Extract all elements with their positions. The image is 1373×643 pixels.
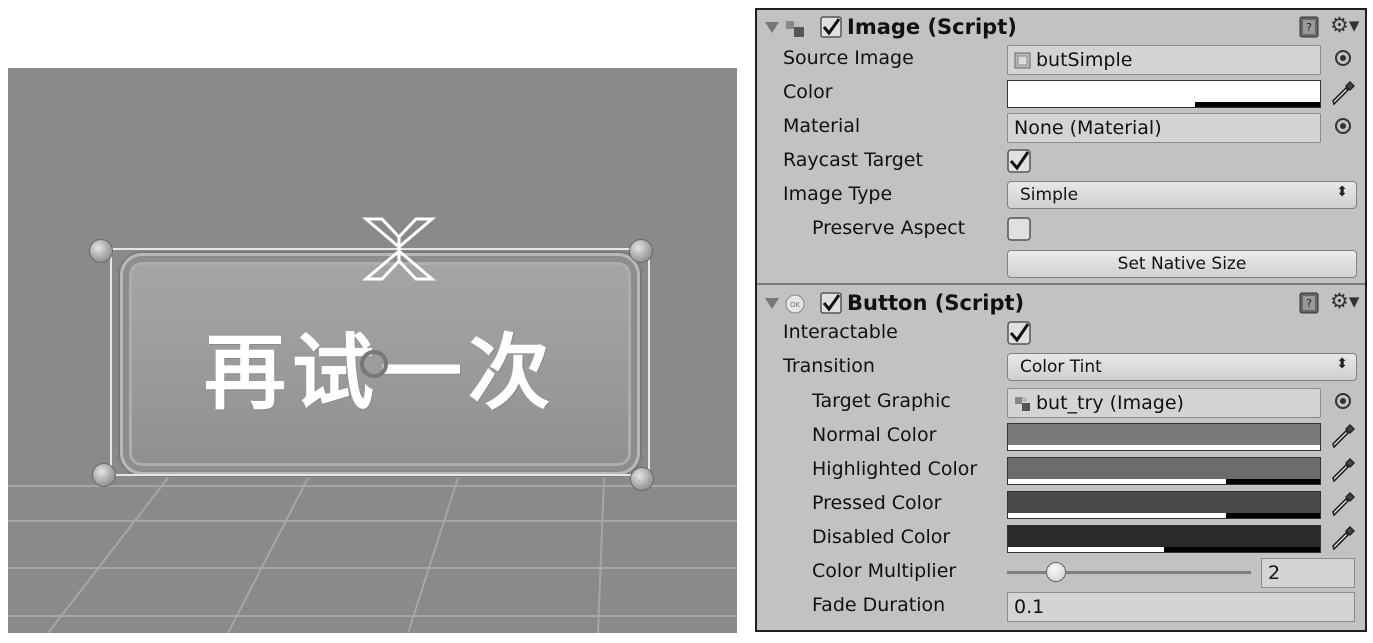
svg-text:?: ? [1306,297,1312,310]
target-graphic-row: Target Graphic but_try (Image) [757,385,1365,419]
fade-duration-row: Fade Duration 0.1 [757,589,1365,623]
normal-color-label: Normal Color [812,424,937,446]
interactable-row: Interactable [757,316,1365,350]
image-type-label: Image Type [783,183,893,205]
alpha-bar-remainder [1195,102,1320,107]
gear-icon[interactable]: ⚙▾ [1330,13,1359,37]
alpha-bar [1008,547,1164,552]
eyedropper-icon[interactable] [1329,456,1357,484]
disabled-color-swatch[interactable] [1007,525,1321,553]
button-component-title: Button (Script) [847,291,1025,315]
alpha-bar-remainder [1226,479,1320,484]
set-native-size-button[interactable]: Set Native Size [1007,250,1357,278]
component-divider [757,283,1365,285]
color-label: Color [783,81,833,103]
image-component-title: Image (Script) [847,15,1017,39]
disabled-color-label: Disabled Color [812,526,951,548]
material-row: Material None (Material) [757,110,1365,144]
pressed-color-label: Pressed Color [812,492,942,514]
normal-color-swatch[interactable] [1007,423,1321,451]
transition-row: Transition Color Tint ⬍ [757,350,1365,384]
dropdown-arrows-icon: ⬍ [1336,356,1348,372]
color-multiplier-field[interactable]: 2 [1261,558,1355,588]
material-field[interactable]: None (Material) [1007,113,1321,143]
transition-label: Transition [783,355,875,377]
inspector-panel: Image (Script) ? ⚙▾ Source Image butSimp… [755,8,1367,632]
preserve-aspect-checkbox[interactable] [1007,217,1031,241]
preserve-aspect-label: Preserve Aspect [812,217,966,239]
alpha-bar [1008,479,1226,484]
target-graphic-field[interactable]: but_try (Image) [1007,388,1321,418]
transition-dropdown[interactable]: Color Tint ⬍ [1007,353,1357,381]
eyedropper-icon[interactable] [1329,422,1357,450]
rect-handle-top-left[interactable] [89,239,113,263]
object-picker-icon[interactable] [1335,118,1351,134]
dropdown-arrows-icon: ⬍ [1336,184,1348,200]
set-native-size-row: Set Native Size [757,246,1365,280]
image-type-row: Image Type Simple ⬍ [757,178,1365,212]
raycast-target-row: Raycast Target [757,144,1365,178]
pivot-handle[interactable] [360,350,388,378]
source-image-field[interactable]: butSimple [1007,45,1321,75]
eyedropper-icon[interactable] [1329,524,1357,552]
svg-text:OK: OK [790,301,801,309]
pressed-color-swatch[interactable] [1007,491,1321,519]
eyedropper-icon[interactable] [1329,490,1357,518]
scene-view[interactable]: 再试一次 [8,68,737,633]
rect-handle-top-right[interactable] [629,239,653,263]
button-enabled-checkbox[interactable] [820,292,842,314]
alpha-bar [1008,445,1320,450]
button-component-icon: OK [785,294,805,314]
alpha-bar [1008,513,1226,518]
fade-duration-field[interactable]: 0.1 [1007,592,1355,622]
help-book-icon[interactable]: ? [1298,16,1320,38]
source-image-label: Source Image [783,47,914,69]
raycast-target-label: Raycast Target [783,149,923,171]
disabled-color-row: Disabled Color [757,521,1365,555]
rect-handle-bottom-left[interactable] [92,463,116,487]
fade-duration-label: Fade Duration [812,594,946,616]
gear-icon[interactable]: ⚙▾ [1330,289,1359,313]
source-image-row: Source Image butSimple [757,42,1365,76]
fold-arrow-icon[interactable] [765,298,779,309]
svg-text:?: ? [1306,21,1312,34]
alpha-bar-remainder [1164,547,1320,552]
help-book-icon[interactable]: ? [1298,292,1320,314]
color-swatch[interactable] [1007,80,1321,108]
anchor-icon[interactable] [360,215,438,283]
highlighted-color-swatch[interactable] [1007,457,1321,485]
color-multiplier-slider-thumb[interactable] [1045,562,1066,582]
color-multiplier-slider-track[interactable] [1007,571,1251,574]
alpha-bar-remainder [1226,513,1320,518]
highlighted-color-label: Highlighted Color [812,458,978,480]
sprite-icon [1014,52,1031,69]
target-graphic-label: Target Graphic [812,390,951,412]
highlighted-color-row: Highlighted Color [757,453,1365,487]
color-multiplier-label: Color Multiplier [812,560,957,582]
image-enabled-checkbox[interactable] [820,16,842,38]
rect-handle-bottom-right[interactable] [630,467,654,491]
interactable-label: Interactable [783,321,898,343]
normal-color-row: Normal Color [757,419,1365,453]
interactable-checkbox[interactable] [1007,321,1031,345]
raycast-target-checkbox[interactable] [1007,149,1031,173]
preserve-aspect-row: Preserve Aspect [757,212,1365,246]
pressed-color-row: Pressed Color [757,487,1365,521]
color-multiplier-row: Color Multiplier 2 [757,555,1365,589]
color-row: Color [757,76,1365,110]
fold-arrow-icon[interactable] [765,22,779,33]
image-type-dropdown[interactable]: Simple ⬍ [1007,181,1357,209]
image-component-icon [1015,397,1030,411]
alpha-bar [1008,102,1195,107]
object-picker-icon[interactable] [1335,393,1351,409]
object-picker-icon[interactable] [1335,50,1351,66]
image-component-icon [786,21,804,37]
material-label: Material [783,115,861,137]
eyedropper-icon[interactable] [1329,79,1357,107]
